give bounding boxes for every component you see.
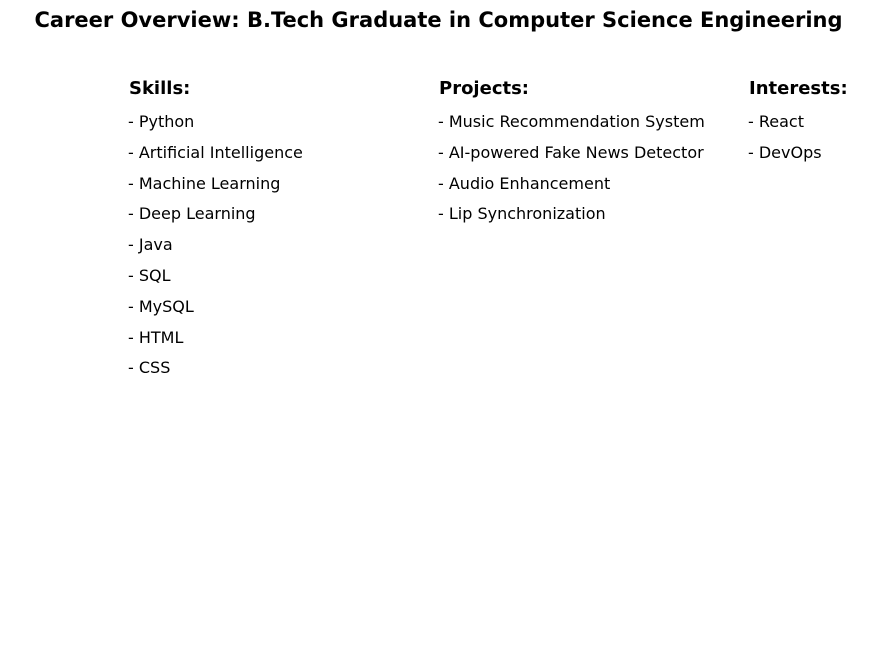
projects-list: - Music Recommendation System - AI-power… [438, 107, 705, 230]
skill-item: - Machine Learning [128, 173, 281, 193]
skill-item: - HTML [128, 327, 184, 347]
skill-item: - Python [128, 112, 195, 131]
skills-section: Skills: - Python - Artificial Intelligen… [128, 77, 303, 384]
project-item: - Music Recommendation System [438, 112, 705, 131]
skills-list: - Python - Artificial Intelligence - Mac… [128, 107, 303, 384]
skill-item: - Artificial Intelligence [128, 142, 303, 162]
projects-section: Projects: - Music Recommendation System … [438, 77, 705, 230]
projects-heading: Projects: [439, 78, 529, 99]
interests-heading: Interests: [749, 78, 848, 99]
project-item: - Audio Enhancement [438, 173, 611, 193]
interests-section: Interests: - React - DevOps [748, 77, 848, 169]
skill-item: - SQL [128, 265, 171, 285]
project-item: - AI-powered Fake News Detector [438, 142, 704, 162]
skills-heading: Skills: [129, 78, 191, 99]
skill-item: - MySQL [128, 296, 194, 316]
project-item: - Lip Synchronization [438, 204, 606, 224]
page-title: Career Overview: B.Tech Graduate in Comp… [34, 8, 843, 32]
skill-item: - CSS [128, 358, 171, 378]
interest-item: - DevOps [748, 142, 822, 162]
skill-item: - Java [128, 235, 173, 255]
skill-item: - Deep Learning [128, 204, 256, 224]
interest-item: - React [748, 112, 804, 131]
interests-list: - React - DevOps [748, 107, 848, 169]
